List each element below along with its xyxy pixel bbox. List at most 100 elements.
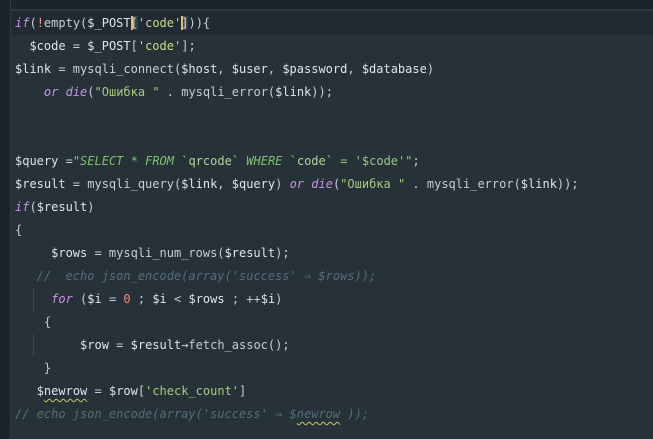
code-token: } [15, 361, 52, 375]
code-token: $database [361, 62, 427, 76]
code-line[interactable]: or die("Ошибка " . mysqli_error($link)); [11, 81, 653, 104]
code-line[interactable]: // echo json_encode(array('success' ⇒ $n… [11, 403, 653, 426]
code-line-current[interactable]: if(!empty($_POST['code'])){ [11, 12, 653, 35]
code-token: qrcode [188, 154, 232, 168]
code-token: $i [152, 292, 167, 306]
code-token: '" [398, 154, 413, 168]
code-token: ) [426, 62, 435, 76]
code-token: $row [108, 384, 138, 398]
code-token: $result [224, 246, 276, 260]
code-token: ` [282, 154, 297, 168]
code-token: die [65, 85, 88, 99]
code-token: $_POST [87, 39, 131, 53]
code-token: $link [275, 85, 312, 99]
matched-bracket: [ [130, 16, 138, 30]
code-token: ( [72, 292, 88, 306]
code-token: SELECT [80, 154, 124, 168]
code-line[interactable] [11, 426, 653, 439]
code-token: $row [80, 338, 109, 352]
code-token: if [15, 16, 30, 30]
code-editor-area[interactable]: if(!empty($_POST['code'])){ $code = $_PO… [11, 10, 653, 439]
code-token: = mysqli_connect( [51, 62, 182, 76]
code-line[interactable]: $result = mysqli_query($link, $query) or… [11, 173, 653, 196]
code-token: $host [181, 62, 218, 76]
code-token: or [289, 177, 305, 191]
code-lines-container: if(!empty($_POST['code'])){ $code = $_PO… [11, 12, 653, 439]
code-token: $result [15, 177, 66, 191]
code-token: $_POST [87, 16, 131, 30]
code-token: 'check_count' [145, 384, 240, 398]
code-line[interactable]: { [11, 311, 653, 334]
code-token: ( [29, 200, 37, 214]
code-token: , [267, 62, 283, 76]
code-token: $i [87, 292, 102, 306]
code-line[interactable]: $newrow = $row['check_count'] [11, 380, 653, 403]
code-line[interactable]: } [11, 357, 653, 380]
code-token: FROM [145, 154, 175, 168]
code-token: $ [36, 384, 44, 398]
code-token: if [15, 200, 30, 214]
code-token: { [15, 223, 23, 237]
editor-window: if(!empty($_POST['code'])){ $code = $_PO… [0, 0, 653, 439]
code-line[interactable]: $code = $_POST['code']; [11, 35, 653, 58]
code-line[interactable] [11, 127, 653, 150]
code-token: )); [311, 85, 333, 99]
code-line[interactable]: { [11, 219, 653, 242]
code-token: { [15, 315, 52, 329]
code-token: die [311, 177, 333, 191]
code-token: $query [231, 177, 276, 191]
code-token: )){ [188, 16, 211, 30]
code-token: $i [260, 292, 276, 306]
code-line[interactable]: if($result) [11, 196, 653, 219]
code-line[interactable]: $row = $result→fetch_assoc(); [11, 334, 653, 357]
code-token: = mysqli_num_rows( [87, 246, 225, 260]
code-token: 0 [123, 292, 131, 306]
code-line[interactable]: for ($i = 0 ; $i < $rows ; ++$i) [11, 288, 653, 311]
code-token: // echo json_encode(array('success' ⇒ $ [15, 407, 297, 421]
code-line[interactable]: $query ="SELECT * FROM `qrcode` WHERE `c… [11, 150, 653, 173]
code-token: . mysqli_error( [159, 85, 276, 99]
code-token: . mysqli_error( [405, 177, 521, 191]
code-token: )); [340, 407, 370, 421]
code-token: ); [275, 246, 290, 260]
code-token: ( [87, 85, 95, 99]
editor-top-edge [0, 0, 653, 10]
code-token: , [217, 177, 232, 191]
code-token: $password [282, 62, 348, 76]
code-token: ` = ' [325, 154, 362, 168]
code-line[interactable]: // echo json_encode(array('success' ⇒ $r… [11, 265, 653, 288]
code-token: , [217, 62, 232, 76]
editor-gutter-edge [0, 0, 11, 439]
code-token: WHERE [246, 154, 283, 168]
code-token: ) [275, 177, 290, 191]
code-token: ; ++ [224, 292, 261, 306]
code-token: $code [29, 39, 66, 53]
code-token: or [43, 85, 59, 99]
code-line[interactable]: $rows = mysqli_num_rows($result); [11, 242, 653, 265]
code-line[interactable]: $link = mysqli_connect($host, $user, $pa… [11, 58, 653, 81]
code-token: 'code' [137, 16, 182, 30]
indent-guide [33, 334, 34, 357]
code-line[interactable] [11, 104, 653, 127]
code-token: $rows [188, 292, 225, 306]
code-token: $result [36, 200, 88, 214]
code-token: ; [130, 292, 153, 306]
code-token: = [87, 384, 109, 398]
code-token: $query [15, 154, 59, 168]
code-token: < [166, 292, 189, 306]
code-token: code [296, 154, 326, 168]
code-token: empty [43, 16, 81, 30]
code-token: $link [181, 177, 218, 191]
code-token: ` [231, 154, 247, 168]
code-token: $user [231, 62, 268, 76]
code-token: ` [174, 154, 189, 168]
typo-token: newrow [43, 384, 88, 398]
code-token: $link [15, 62, 52, 76]
code-token: $link [520, 177, 557, 191]
